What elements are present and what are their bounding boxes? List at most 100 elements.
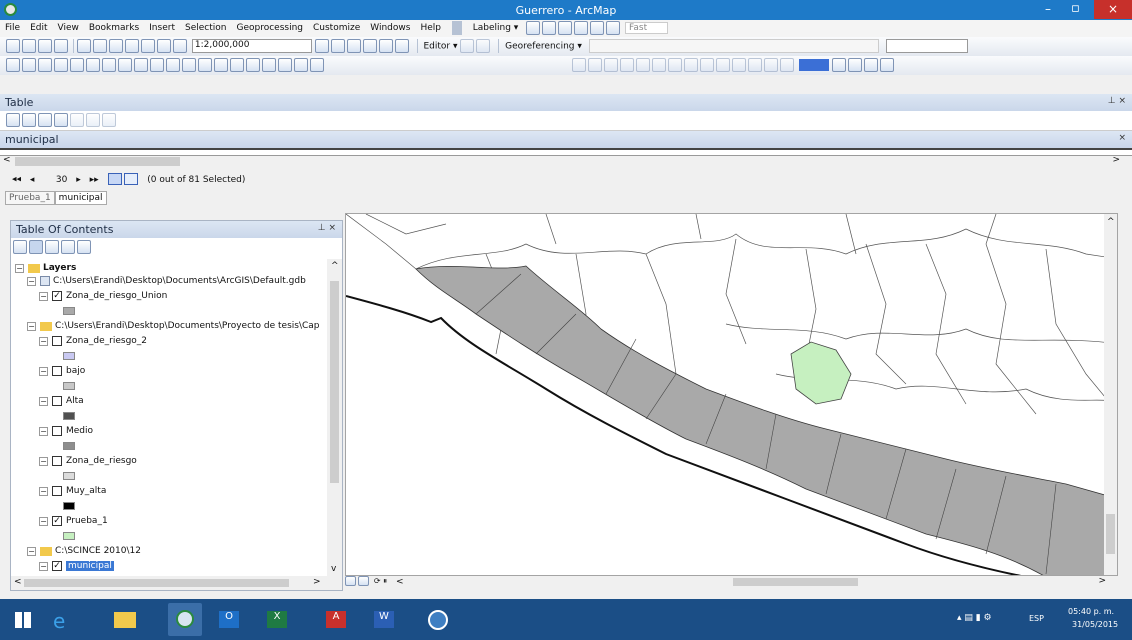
georef-tool-icon[interactable]: [699, 58, 714, 72]
scroll-thumb[interactable]: [24, 579, 289, 587]
go-to-xy-icon[interactable]: [278, 58, 292, 72]
first-record-icon[interactable]: ◂◂: [12, 175, 21, 185]
clear-selection-icon[interactable]: [150, 58, 164, 72]
switch-selection-icon[interactable]: [54, 113, 68, 127]
time-slider-icon[interactable]: [294, 58, 308, 72]
menu-selection[interactable]: Selection: [180, 20, 231, 33]
language-indicator[interactable]: ESP: [1029, 614, 1044, 623]
map-vertical-scrollbar[interactable]: ^: [1104, 214, 1117, 575]
symbol-swatch[interactable]: [63, 412, 75, 420]
collapse-icon[interactable]: −: [27, 276, 36, 286]
editor-menu[interactable]: Editor ▾: [424, 42, 458, 52]
scroll-right-icon[interactable]: >: [1112, 155, 1120, 165]
layer-prueba-1[interactable]: − ✓ Prueba_1: [39, 516, 108, 526]
georef-tool-icon[interactable]: [603, 58, 618, 72]
menu-insert[interactable]: Insert: [144, 20, 180, 33]
visibility-checkbox[interactable]: [52, 426, 62, 436]
scroll-thumb[interactable]: [330, 281, 339, 483]
refresh-icon[interactable]: ⟳ ⏸: [374, 577, 387, 586]
sketch-tool-icon[interactable]: [476, 39, 491, 53]
maximize-button[interactable]: ▫: [1071, 1, 1080, 16]
table-of-contents-icon[interactable]: [330, 39, 345, 53]
layer-bajo[interactable]: − bajo: [39, 366, 85, 376]
labeling-menu[interactable]: Labeling ▾: [468, 20, 524, 33]
collapse-icon[interactable]: −: [27, 546, 36, 556]
menu-file[interactable]: File: [0, 20, 25, 33]
last-record-icon[interactable]: ▸▸: [90, 175, 99, 185]
layer-name-selected[interactable]: municipal: [66, 561, 114, 571]
toc-vertical-scrollbar[interactable]: ^ v: [327, 259, 342, 576]
print-icon[interactable]: [54, 39, 68, 53]
gdb-node[interactable]: − C:\Users\Erandi\Desktop\Documents\ArcGI…: [27, 276, 306, 286]
close-button[interactable]: ×: [1094, 0, 1132, 19]
visibility-checkbox[interactable]: ✓: [52, 516, 62, 526]
layout-tool-icon[interactable]: [831, 58, 846, 72]
hyperlink-icon[interactable]: [198, 58, 212, 72]
editor-toolbar-icon[interactable]: [314, 39, 329, 53]
select-by-attributes-icon[interactable]: [38, 113, 52, 127]
layer-name[interactable]: Medio: [66, 426, 93, 436]
symbol-swatch[interactable]: [63, 352, 75, 360]
cut-icon[interactable]: [77, 39, 91, 53]
toc-horizontal-scrollbar[interactable]: < >: [11, 576, 342, 590]
map-canvas[interactable]: [346, 214, 1118, 576]
layout-tool-icon[interactable]: [863, 58, 878, 72]
scroll-left-icon[interactable]: <: [396, 577, 404, 587]
arctoolbox-icon[interactable]: [378, 39, 393, 53]
visibility-checkbox[interactable]: [52, 396, 62, 406]
map-horizontal-thumb[interactable]: [733, 578, 858, 586]
next-record-icon[interactable]: ▸: [76, 175, 81, 185]
layer-muy-alta[interactable]: − Muy_alta: [39, 486, 106, 496]
collapse-icon[interactable]: −: [39, 366, 48, 376]
layer-name[interactable]: Zona_de_riesgo_2: [66, 336, 147, 346]
pin-icon[interactable]: ⊥ ×: [1108, 96, 1126, 106]
collapse-icon[interactable]: −: [39, 426, 48, 436]
scince-node[interactable]: − C:\SCINCE 2010\12: [27, 546, 141, 556]
undo-icon[interactable]: [141, 39, 155, 53]
symbol-swatch[interactable]: [63, 502, 75, 510]
lock-labels-icon[interactable]: [574, 20, 589, 35]
menu-bookmarks[interactable]: Bookmarks: [84, 20, 144, 33]
copy-icon[interactable]: [93, 39, 107, 53]
symbol-swatch[interactable]: [63, 532, 75, 540]
layer-name[interactable]: Zona_de_riesgo_Union: [66, 291, 167, 301]
layer-name[interactable]: Prueba_1: [66, 516, 108, 526]
taskbar-outlook[interactable]: O: [212, 603, 246, 636]
menu-geoprocessing[interactable]: Geoprocessing: [231, 20, 308, 33]
list-by-visibility-icon[interactable]: [45, 240, 59, 254]
visibility-checkbox[interactable]: [52, 486, 62, 496]
record-number-input[interactable]: 30: [37, 175, 67, 185]
visibility-checkbox[interactable]: ✓: [52, 291, 62, 301]
layout-tool-icon[interactable]: [847, 58, 862, 72]
python-icon[interactable]: [394, 39, 409, 53]
layout-tool-icon[interactable]: [879, 58, 894, 72]
layer-zona-2[interactable]: − Zona_de_riesgo_2: [39, 336, 147, 346]
visibility-checkbox[interactable]: [52, 456, 62, 466]
layer-zona-union[interactable]: − ✓ Zona_de_riesgo_Union: [39, 291, 167, 301]
symbol-swatch[interactable]: [63, 382, 75, 390]
collapse-icon[interactable]: −: [27, 321, 36, 331]
start-button[interactable]: [6, 603, 40, 636]
georef-tool-icon[interactable]: [667, 58, 682, 72]
collapse-icon[interactable]: −: [39, 336, 48, 346]
measure-icon[interactable]: [230, 58, 244, 72]
georef-tool-icon[interactable]: [683, 58, 698, 72]
fixed-zoom-in-icon[interactable]: [70, 58, 84, 72]
collapse-icon[interactable]: −: [39, 516, 48, 526]
layer-alta[interactable]: − Alta: [39, 396, 84, 406]
georef-tool-icon[interactable]: [715, 58, 730, 72]
layers-node[interactable]: − Layers: [15, 263, 76, 273]
pause-labeling-icon[interactable]: [590, 20, 605, 35]
menu-help[interactable]: Help: [415, 20, 446, 33]
visibility-checkbox[interactable]: ✓: [52, 561, 62, 571]
symbol-swatch[interactable]: [63, 472, 75, 480]
taskbar-app[interactable]: [421, 603, 455, 636]
tray-icons[interactable]: ▴ ▤ ▮ ⚙: [957, 613, 992, 623]
save-icon[interactable]: [38, 39, 52, 53]
label-weight-icon[interactable]: [558, 20, 573, 35]
georef-tool-icon[interactable]: [571, 58, 586, 72]
add-data-icon[interactable]: [173, 39, 187, 53]
scroll-thumb[interactable]: [15, 157, 180, 166]
taskbar-arcmap[interactable]: [168, 603, 202, 636]
collapse-icon[interactable]: −: [39, 396, 48, 406]
